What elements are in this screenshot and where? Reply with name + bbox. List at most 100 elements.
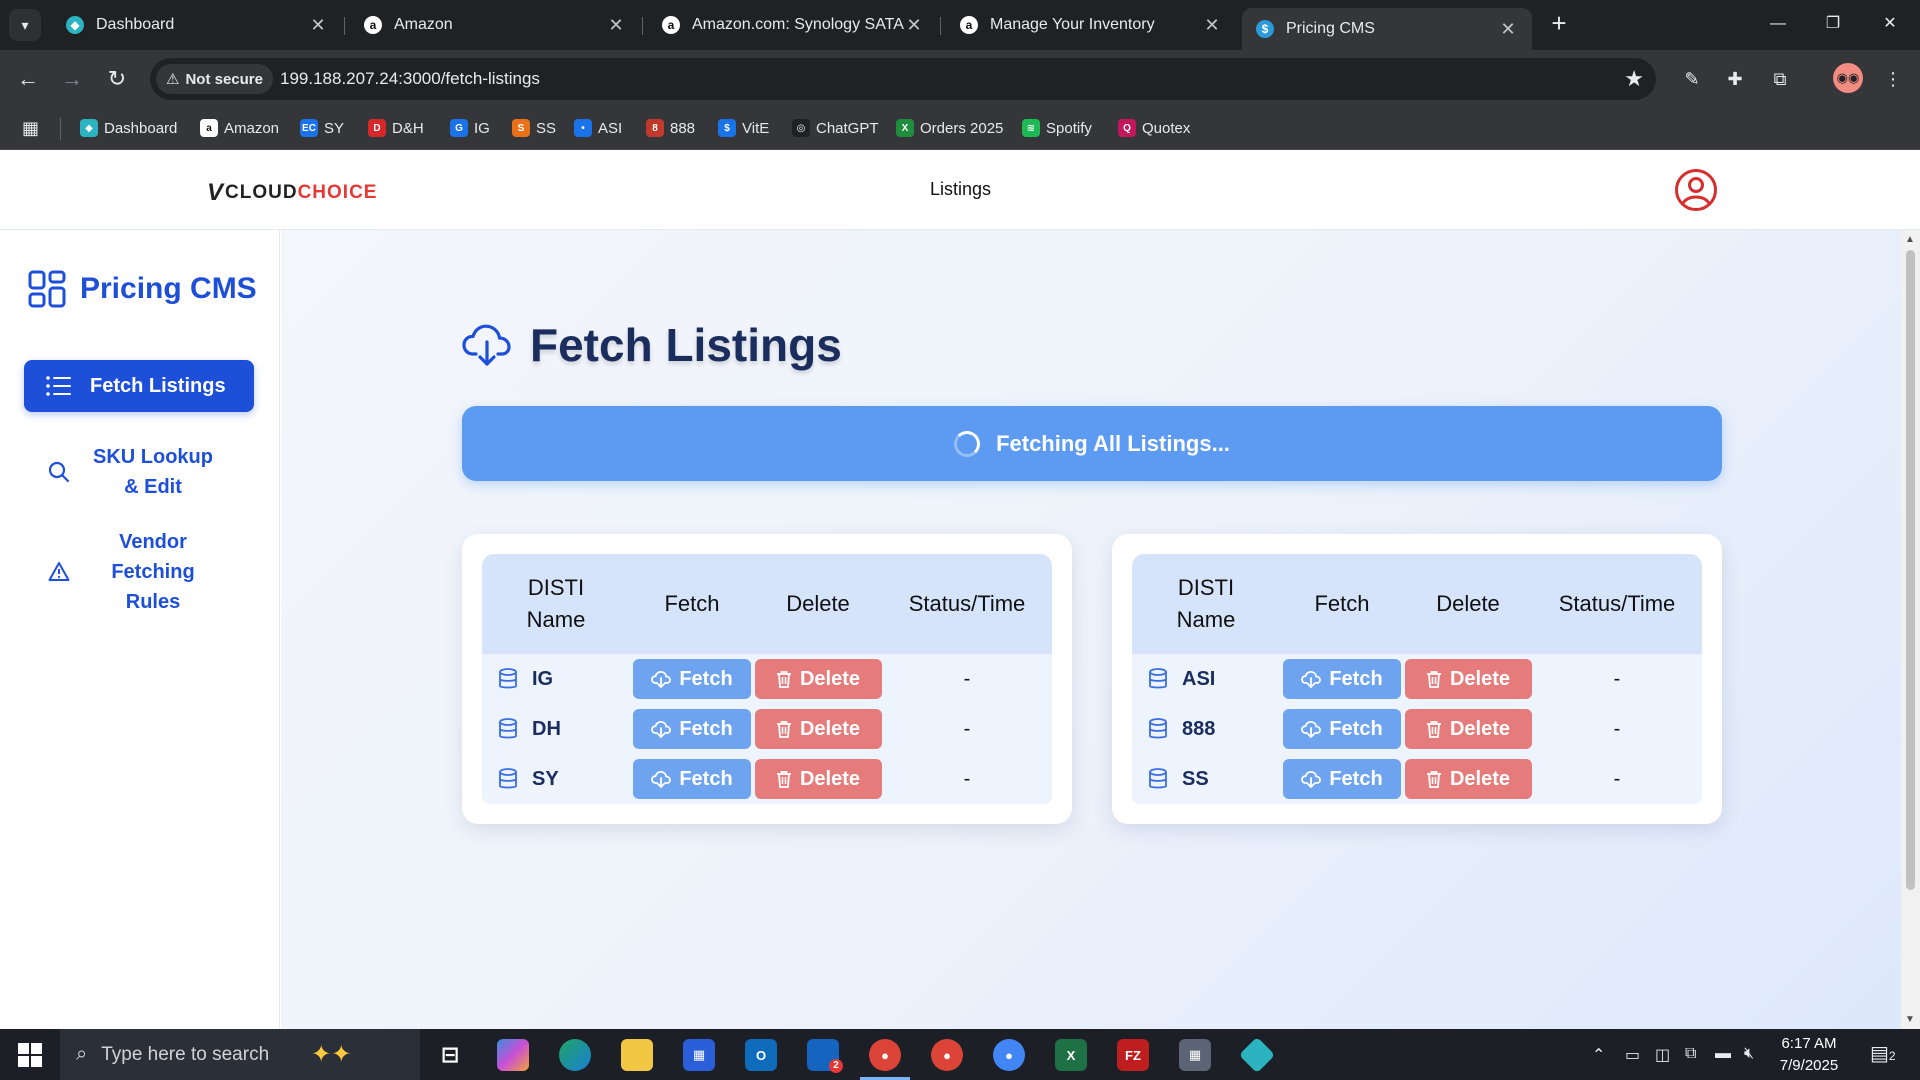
- display-icon[interactable]: ⧉: [1685, 1045, 1696, 1063]
- warning-icon: [48, 562, 70, 581]
- tab-dashboard[interactable]: ◆ Dashboard ✕: [52, 6, 342, 44]
- close-tab-icon[interactable]: ✕: [904, 15, 924, 36]
- fetch-all-button[interactable]: Fetching All Listings...: [462, 406, 1722, 481]
- close-window-button[interactable]: ✕: [1870, 8, 1910, 40]
- tab-manage-inventory[interactable]: a Manage Your Inventory ✕: [946, 6, 1236, 44]
- excel-app-icon[interactable]: X: [1055, 1039, 1087, 1071]
- copilot-sparkle-icon: ✦✦: [311, 1041, 352, 1068]
- bookmark-sy[interactable]: EC SY: [300, 119, 344, 137]
- tab-title: Pricing CMS: [1286, 20, 1375, 37]
- fetch-button[interactable]: Fetch: [633, 659, 751, 699]
- database-icon: [499, 718, 517, 739]
- bookmark-888[interactable]: 8 888: [646, 119, 695, 137]
- meet-icon[interactable]: ◫: [1655, 1045, 1670, 1065]
- sidebar-item-fetch-listings[interactable]: Fetch Listings: [24, 360, 254, 412]
- windows-start-icon[interactable]: [18, 1043, 42, 1067]
- fetch-button[interactable]: Fetch: [1283, 759, 1401, 799]
- volume-muted-icon[interactable]: 🔇︎: [1744, 1045, 1754, 1063]
- new-tab-button[interactable]: +: [1545, 10, 1573, 38]
- profile-avatar[interactable]: ◉◉: [1833, 63, 1863, 93]
- scroll-up-icon[interactable]: ▲: [1905, 234, 1915, 245]
- close-tab-icon[interactable]: ✕: [1202, 15, 1222, 36]
- fetch-button[interactable]: Fetch: [633, 759, 751, 799]
- chrome-profile-app-icon[interactable]: ●: [931, 1039, 963, 1071]
- delete-cell: Delete: [754, 754, 882, 804]
- url-text[interactable]: 199.188.207.24:3000/fetch-listings: [280, 69, 540, 89]
- extension-feather-icon[interactable]: ✎: [1679, 66, 1705, 92]
- fetch-button[interactable]: Fetch: [633, 709, 751, 749]
- clock-date: 7/9/2025: [1779, 1057, 1839, 1074]
- status-time-cell: -: [882, 704, 1052, 754]
- bookmark-orders-2025[interactable]: X Orders 2025: [896, 119, 1003, 137]
- bookmark-amazon[interactable]: a Amazon: [200, 119, 279, 137]
- taskbar-search[interactable]: ⌕ Type here to search ✦✦: [60, 1029, 420, 1080]
- tab-search-button[interactable]: ▾: [9, 9, 41, 41]
- close-tab-icon[interactable]: ✕: [308, 15, 328, 36]
- extensions-icon[interactable]: ⧉: [1767, 66, 1793, 92]
- delete-button[interactable]: Delete: [1404, 709, 1532, 749]
- address-bar[interactable]: ⚠ Not secure 199.188.207.24:3000/fetch-l…: [150, 58, 1656, 100]
- bookmark-quotex[interactable]: Q Quotex: [1118, 119, 1190, 137]
- bookmark-asi[interactable]: • ASI: [574, 119, 622, 137]
- close-tab-icon[interactable]: ✕: [1498, 19, 1518, 40]
- minimize-button[interactable]: —: [1758, 8, 1798, 40]
- network-icon[interactable]: ▭: [1625, 1045, 1640, 1065]
- calculator-app-icon[interactable]: ▦: [1179, 1039, 1211, 1071]
- delete-button-label: Delete: [799, 717, 861, 740]
- close-tab-icon[interactable]: ✕: [606, 15, 626, 36]
- tab-pricing-cms[interactable]: $ Pricing CMS ✕: [1242, 8, 1532, 50]
- bookmark-ss[interactable]: S SS: [512, 119, 556, 137]
- file-explorer-icon[interactable]: [621, 1039, 653, 1071]
- bookmark-favicon-icon: •: [574, 119, 592, 137]
- restore-button[interactable]: ❐: [1813, 8, 1853, 40]
- fetch-button[interactable]: Fetch: [1283, 659, 1401, 699]
- delete-button[interactable]: Delete: [754, 759, 882, 799]
- dashboard-app-icon[interactable]: [1238, 1036, 1276, 1074]
- sidebar-item-vendor-rules[interactable]: Vendor Fetching Rules: [24, 531, 254, 613]
- tab-amazon[interactable]: a Amazon ✕: [350, 6, 640, 44]
- scroll-down-icon[interactable]: ▼: [1905, 1014, 1915, 1025]
- clock-time: 6:17 AM: [1781, 1035, 1837, 1052]
- notification-count: 2: [1888, 1049, 1896, 1063]
- bookmark-star-icon[interactable]: ★: [1624, 66, 1644, 92]
- chrome-app-icon[interactable]: ●: [869, 1039, 901, 1071]
- back-icon[interactable]: ←: [14, 65, 42, 93]
- menu-kebab-icon[interactable]: ⋮: [1880, 66, 1906, 92]
- scrollbar-thumb[interactable]: [1906, 250, 1915, 890]
- bookmark-d-h[interactable]: D D&H: [368, 119, 424, 137]
- tab-amazon-synology[interactable]: a Amazon.com: Synology SATA SS ✕: [648, 6, 938, 44]
- calendar-app-icon[interactable]: 2: [807, 1039, 843, 1073]
- bookmark-spotify[interactable]: ≋ Spotify: [1022, 119, 1092, 137]
- bookmark-dashboard[interactable]: ◆ Dashboard: [80, 119, 177, 137]
- delete-button[interactable]: Delete: [754, 659, 882, 699]
- edge-app-icon[interactable]: [559, 1039, 591, 1071]
- filezilla-app-icon[interactable]: FZ: [1117, 1039, 1149, 1071]
- reload-icon[interactable]: ↻: [103, 65, 131, 93]
- store-app-icon[interactable]: ▦: [683, 1039, 715, 1071]
- bookmark-ig[interactable]: G IG: [450, 119, 490, 137]
- apps-grid-icon[interactable]: ▦: [22, 118, 42, 138]
- copilot-app-icon[interactable]: [497, 1039, 529, 1071]
- chrome-alt-app-icon[interactable]: ●: [993, 1039, 1025, 1071]
- delete-button[interactable]: Delete: [1404, 759, 1532, 799]
- bookmark-chatgpt[interactable]: ◎ ChatGPT: [792, 119, 879, 137]
- tray-chevron-icon[interactable]: ⌃: [1592, 1045, 1605, 1065]
- battery-icon[interactable]: ▬: [1715, 1045, 1731, 1063]
- forward-icon[interactable]: →: [58, 65, 86, 93]
- user-account-icon[interactable]: [1674, 168, 1718, 212]
- security-chip[interactable]: ⚠ Not secure: [156, 64, 273, 94]
- cloudchoice-logo[interactable]: V CLOUD CHOICE: [207, 179, 377, 207]
- table-row: 888 Fetch Delete -: [1132, 704, 1702, 754]
- sidebar-item-sku-lookup[interactable]: SKU Lookup & Edit: [24, 442, 254, 502]
- delete-button[interactable]: Delete: [754, 709, 882, 749]
- notification-center-icon[interactable]: ▤2: [1870, 1041, 1896, 1066]
- task-view-icon[interactable]: ⊟: [434, 1039, 466, 1071]
- bookmark-vite[interactable]: $ VitE: [718, 119, 769, 137]
- delete-button[interactable]: Delete: [1404, 659, 1532, 699]
- system-clock[interactable]: 6:17 AM 7/9/2025: [1764, 1033, 1854, 1077]
- page-scrollbar[interactable]: ▲ ▼: [1901, 230, 1920, 1029]
- outlook-app-icon[interactable]: O: [745, 1039, 777, 1071]
- dashboard-grid-icon: [28, 270, 66, 308]
- extension-puzzle-blue-icon[interactable]: ✚: [1722, 66, 1748, 92]
- fetch-button[interactable]: Fetch: [1283, 709, 1401, 749]
